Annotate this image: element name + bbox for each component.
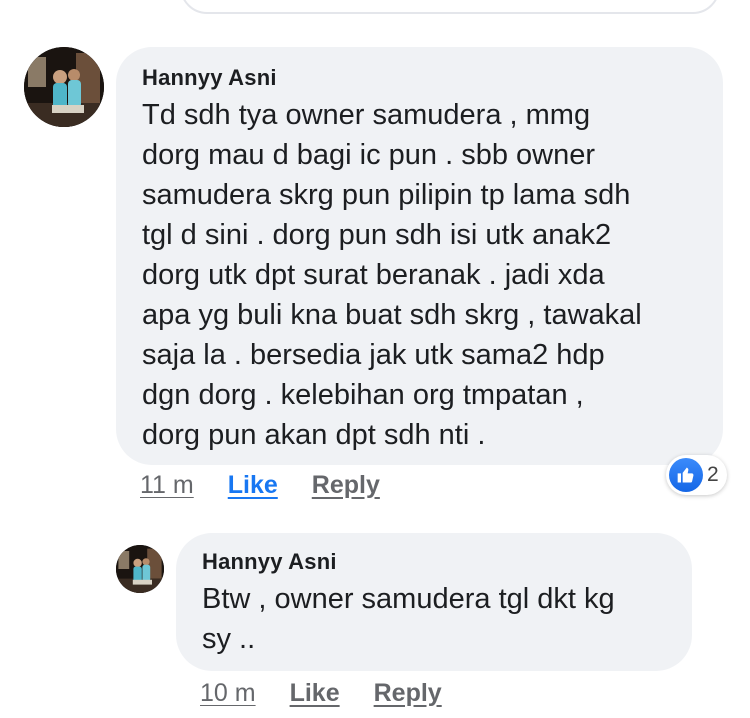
comment-timestamp[interactable]: 11 m — [140, 471, 194, 500]
avatar[interactable] — [24, 47, 104, 127]
reply-actions: 10 m Like Reply — [200, 679, 442, 708]
reply-button[interactable]: Reply — [312, 471, 380, 500]
comment-bubble: Hannyy Asni Td sdh tya owner samudera , … — [116, 47, 723, 465]
reaction-badge[interactable]: 2 — [666, 455, 727, 495]
comment-author[interactable]: Hannyy Asni — [142, 65, 697, 91]
reply-timestamp[interactable]: 10 m — [200, 679, 256, 708]
avatar-photo-icon — [116, 545, 164, 593]
reply-author[interactable]: Hannyy Asni — [202, 549, 666, 575]
reply-like-button[interactable]: Like — [290, 679, 340, 708]
reply-bubble: Hannyy Asni Btw , owner samudera tgl dkt… — [176, 533, 692, 671]
comment-actions: 11 m Like Reply — [140, 471, 380, 500]
reply-avatar[interactable] — [116, 545, 164, 593]
reply-reply-button[interactable]: Reply — [374, 679, 442, 708]
reaction-count: 2 — [707, 463, 719, 486]
reply-text: Btw , owner samudera tgl dkt kg sy .. — [202, 583, 615, 655]
comment-text: Td sdh tya owner samudera , mmg dorg mau… — [142, 99, 642, 451]
thumbs-up-icon — [669, 458, 703, 492]
like-button[interactable]: Like — [228, 471, 278, 500]
previous-comment-bubble-partial — [180, 0, 720, 14]
avatar-photo-icon — [24, 47, 104, 127]
